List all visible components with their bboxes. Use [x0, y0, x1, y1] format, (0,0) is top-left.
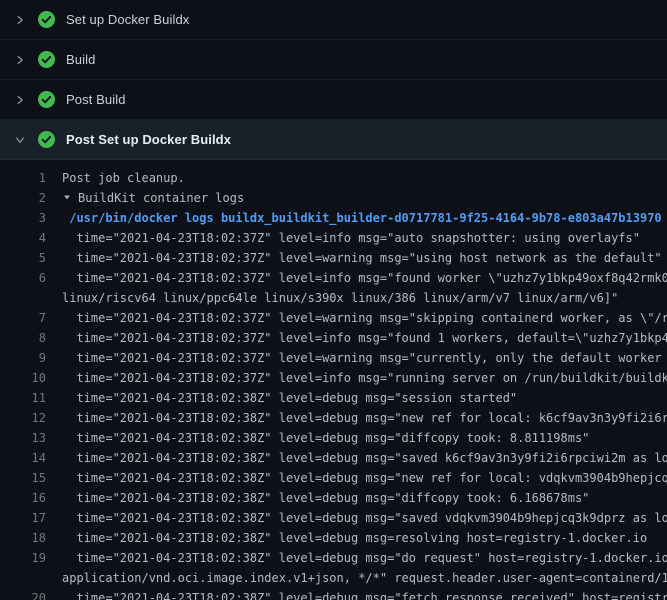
check-circle-icon [38, 91, 55, 108]
log-line-number[interactable]: 2 [0, 188, 46, 208]
step-label: Post Set up Docker Buildx [66, 132, 231, 147]
step-label: Build [66, 52, 95, 67]
log-line-text: time="2021-04-23T18:02:38Z" level=debug … [46, 548, 667, 568]
log-line: 15 time="2021-04-23T18:02:38Z" level=deb… [0, 468, 667, 488]
log-line-number[interactable]: 13 [0, 428, 46, 448]
log-group-label: BuildKit container logs [78, 191, 244, 205]
log-line-text: application/vnd.oci.image.index.v1+json,… [46, 568, 667, 588]
log-line-number[interactable]: 5 [0, 248, 46, 268]
log-line: 3 /usr/bin/docker logs buildx_buildkit_b… [0, 208, 667, 228]
log-line-text: time="2021-04-23T18:02:37Z" level=warnin… [46, 308, 667, 328]
log-line-number [0, 568, 46, 588]
log-line-number[interactable]: 17 [0, 508, 46, 528]
log-line-number[interactable]: 7 [0, 308, 46, 328]
step-label: Set up Docker Buildx [66, 12, 189, 27]
log-line: 11 time="2021-04-23T18:02:38Z" level=deb… [0, 388, 667, 408]
log-line-text: time="2021-04-23T18:02:37Z" level=warnin… [46, 348, 667, 368]
log-line-number[interactable]: 12 [0, 408, 46, 428]
check-circle-icon [38, 51, 55, 68]
log-line: 12 time="2021-04-23T18:02:38Z" level=deb… [0, 408, 667, 428]
log-area: 1Post job cleanup.2 BuildKit container lo… [0, 160, 667, 600]
chevron-right-icon [12, 52, 28, 68]
log-line: 1Post job cleanup. [0, 168, 667, 188]
log-line: 17 time="2021-04-23T18:02:38Z" level=deb… [0, 508, 667, 528]
log-line-text: /usr/bin/docker logs buildx_buildkit_bui… [46, 208, 662, 228]
log-line-number[interactable]: 1 [0, 168, 46, 188]
log-line-text: time="2021-04-23T18:02:37Z" level=warnin… [46, 248, 662, 268]
log-line: linux/riscv64 linux/ppc64le linux/s390x … [0, 288, 667, 308]
log-line-number[interactable]: 3 [0, 208, 46, 228]
workflow-log-viewer: Set up Docker Buildx Build Post Build Post … [0, 0, 667, 600]
log-line-number[interactable]: 15 [0, 468, 46, 488]
log-line-number[interactable]: 8 [0, 328, 46, 348]
log-line: 20 time="2021-04-23T18:02:38Z" level=deb… [0, 588, 667, 600]
check-circle-icon [38, 11, 55, 28]
log-line-text: time="2021-04-23T18:02:37Z" level=info m… [46, 368, 667, 388]
step-header[interactable]: Set up Docker Buildx [0, 0, 667, 40]
log-line-text: time="2021-04-23T18:02:38Z" level=debug … [46, 508, 667, 528]
log-line-text: time="2021-04-23T18:02:38Z" level=debug … [46, 408, 667, 428]
log-line-number[interactable]: 11 [0, 388, 46, 408]
log-line-text: time="2021-04-23T18:02:38Z" level=debug … [46, 428, 589, 448]
log-line-text: time="2021-04-23T18:02:38Z" level=debug … [46, 528, 647, 548]
log-line: 6 time="2021-04-23T18:02:37Z" level=info… [0, 268, 667, 288]
log-line-number[interactable]: 20 [0, 588, 46, 600]
step-header[interactable]: Build [0, 40, 667, 80]
step-header[interactable]: Post Set up Docker Buildx [0, 120, 667, 160]
log-line: 13 time="2021-04-23T18:02:38Z" level=deb… [0, 428, 667, 448]
log-line-text: time="2021-04-23T18:02:37Z" level=info m… [46, 328, 667, 348]
step-list: Set up Docker Buildx Build Post Build Post … [0, 0, 667, 160]
log-line-number[interactable]: 19 [0, 548, 46, 568]
log-line-number[interactable]: 16 [0, 488, 46, 508]
log-line: 18 time="2021-04-23T18:02:38Z" level=deb… [0, 528, 667, 548]
log-line: application/vnd.oci.image.index.v1+json,… [0, 568, 667, 588]
log-line-number [0, 288, 46, 308]
log-line-text: time="2021-04-23T18:02:38Z" level=debug … [46, 588, 667, 600]
log-line: 2 BuildKit container logs [0, 188, 667, 208]
log-line-number[interactable]: 9 [0, 348, 46, 368]
check-circle-icon [38, 131, 55, 148]
log-line-text: time="2021-04-23T18:02:38Z" level=debug … [46, 388, 517, 408]
log-group-toggle-icon[interactable] [62, 188, 72, 208]
log-line-text: time="2021-04-23T18:02:38Z" level=debug … [46, 448, 667, 468]
log-line: 5 time="2021-04-23T18:02:37Z" level=warn… [0, 248, 667, 268]
log-line-number[interactable]: 14 [0, 448, 46, 468]
log-line: 16 time="2021-04-23T18:02:38Z" level=deb… [0, 488, 667, 508]
step-header[interactable]: Post Build [0, 80, 667, 120]
chevron-right-icon [12, 92, 28, 108]
log-line-text: time="2021-04-23T18:02:38Z" level=debug … [46, 468, 667, 488]
log-line-text[interactable]: BuildKit container logs [46, 188, 244, 208]
log-line: 19 time="2021-04-23T18:02:38Z" level=deb… [0, 548, 667, 568]
log-line-text: time="2021-04-23T18:02:37Z" level=info m… [46, 228, 640, 248]
chevron-down-icon [12, 132, 28, 148]
log-line-number[interactable]: 6 [0, 268, 46, 288]
log-line-number[interactable]: 18 [0, 528, 46, 548]
log-line-text: linux/riscv64 linux/ppc64le linux/s390x … [46, 288, 618, 308]
log-line: 10 time="2021-04-23T18:02:37Z" level=inf… [0, 368, 667, 388]
log-line: 4 time="2021-04-23T18:02:37Z" level=info… [0, 228, 667, 248]
log-line-text: time="2021-04-23T18:02:38Z" level=debug … [46, 488, 589, 508]
log-line-number[interactable]: 4 [0, 228, 46, 248]
log-line: 8 time="2021-04-23T18:02:37Z" level=info… [0, 328, 667, 348]
chevron-right-icon [12, 12, 28, 28]
log-line-text: time="2021-04-23T18:02:37Z" level=info m… [46, 268, 667, 288]
log-line: 9 time="2021-04-23T18:02:37Z" level=warn… [0, 348, 667, 368]
log-line: 7 time="2021-04-23T18:02:37Z" level=warn… [0, 308, 667, 328]
step-label: Post Build [66, 92, 126, 107]
log-line: 14 time="2021-04-23T18:02:38Z" level=deb… [0, 448, 667, 468]
log-line-number[interactable]: 10 [0, 368, 46, 388]
log-line-text: Post job cleanup. [46, 168, 185, 188]
